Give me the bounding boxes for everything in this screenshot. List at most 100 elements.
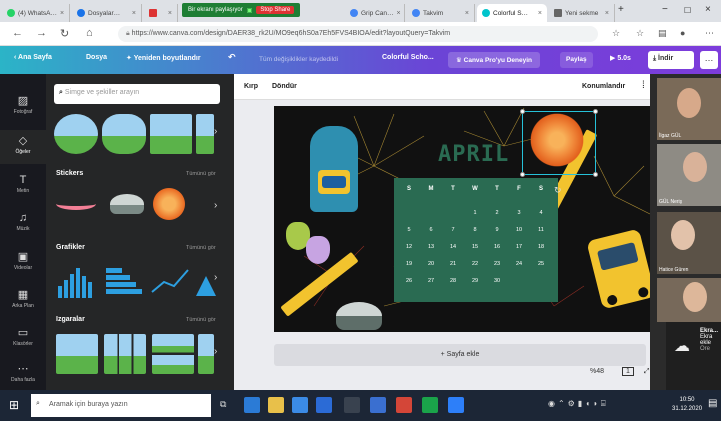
forward-icon[interactable]: → — [36, 27, 47, 39]
position-button[interactable]: Konumlandır — [582, 83, 625, 90]
see-all-stickers[interactable]: Tümünü gör — [186, 171, 216, 177]
grid-three-col-thumb[interactable] — [104, 334, 146, 374]
tragedy-mask-graphic[interactable] — [306, 236, 330, 264]
zoom-app-icon[interactable] — [448, 397, 464, 413]
page-view-icon[interactable]: 1 — [621, 367, 634, 376]
resize-handle[interactable] — [593, 172, 598, 177]
store-icon[interactable] — [292, 397, 308, 413]
share-button[interactable]: Paylaş — [560, 52, 593, 68]
dropbox-icon[interactable] — [370, 397, 386, 413]
sidebar-item-music[interactable]: ♫ Müzik — [0, 212, 46, 242]
system-tray-icons[interactable]: ◉⌃⚙▮◖◗⌸ — [548, 399, 609, 409]
file-menu[interactable]: Dosya — [86, 54, 107, 61]
edge-icon[interactable] — [244, 397, 260, 413]
document-title[interactable]: Colorful Scho... — [382, 54, 434, 61]
zoom-level[interactable]: %48 — [590, 368, 604, 375]
profile-icon[interactable]: ● — [680, 28, 685, 38]
participant-tile[interactable] — [657, 278, 721, 322]
ufo-graphic[interactable] — [336, 302, 382, 330]
bookmark-icon[interactable]: ☆ — [636, 28, 644, 39]
flip-button[interactable]: Döndür — [272, 83, 297, 90]
taskbar-search-input[interactable]: ⌕ Aramak için buraya yazın — [31, 394, 211, 417]
sidebar-item-background[interactable]: ▦ Arka Plan — [0, 288, 46, 318]
sidebar-item-more[interactable]: ⋯ Daha fazla — [0, 362, 46, 390]
sidebar-item-folders[interactable]: ▭ Klasörler — [0, 326, 46, 356]
mail-icon[interactable] — [316, 397, 332, 413]
tab-drive[interactable]: Dosyalar… × — [72, 4, 142, 22]
tab-grip[interactable]: Grip Can… × — [345, 4, 405, 22]
resize-handle[interactable] — [520, 109, 525, 114]
notification-center-icon[interactable]: ▤ — [708, 398, 717, 409]
back-icon[interactable]: ← — [12, 27, 23, 39]
frame-partial-thumb[interactable] — [196, 114, 214, 154]
sticker-flower-thumb[interactable] — [150, 186, 188, 222]
download-button[interactable]: ⤓ İndir — [648, 51, 694, 69]
maximize-icon[interactable]: ☐ — [684, 6, 691, 15]
play-button[interactable]: ▶ 5.0s — [610, 54, 631, 62]
sticker-ufo-thumb[interactable] — [110, 194, 144, 214]
url-field[interactable]: 🔒︎ https://www.canva.com/design/DAER38_r… — [118, 26, 598, 42]
sidebar-item-elements[interactable]: ◇ Öğeler — [0, 130, 46, 164]
sidebar-item-photos[interactable]: ▨ Fotoğraf — [0, 94, 46, 124]
calendar-grid[interactable]: S M T W T F S 1 2 3 4 5 6 7 8 9 10 11 12 13 14 15 16 17 18 19 20 21… — [394, 178, 558, 302]
app-red-icon[interactable] — [396, 397, 412, 413]
more-button[interactable]: … — [700, 51, 718, 69]
see-all-grids[interactable]: Tümünü gör — [186, 317, 216, 323]
chevron-right-icon[interactable]: › — [214, 200, 217, 211]
close-icon[interactable]: × — [538, 10, 542, 17]
add-page-button[interactable]: + Sayfa ekle — [274, 344, 646, 366]
minimize-icon[interactable]: − — [662, 4, 668, 15]
resize-handle[interactable] — [593, 109, 598, 114]
stop-share-button[interactable]: Stop Share — [256, 6, 295, 14]
close-icon[interactable]: × — [605, 10, 609, 17]
home-button[interactable]: ‹ Ana Sayfa — [14, 54, 52, 61]
fullscreen-icon[interactable]: ⤢ — [644, 368, 650, 375]
grid-single-thumb[interactable] — [56, 334, 98, 374]
tab-takvim[interactable]: Takvim × — [407, 4, 475, 22]
chevron-right-icon[interactable]: › — [214, 346, 217, 357]
graphics-thumbs[interactable] — [56, 262, 216, 298]
new-tab-button[interactable]: + — [618, 4, 624, 15]
notification-toast[interactable]: ☁ Ekra... Ekra ekle Ore — [666, 322, 721, 390]
sticker-worm-thumb[interactable] — [56, 198, 96, 210]
tab-recording[interactable]: × — [144, 4, 178, 22]
participant-tile[interactable]: GÜL Neriş — [657, 144, 721, 206]
crop-button[interactable]: Kırp — [244, 83, 258, 90]
frame-square-thumb[interactable] — [150, 114, 192, 154]
task-view-icon[interactable]: ⧉ — [220, 399, 226, 410]
tab-whatsapp[interactable]: (4) WhatsA… × — [2, 4, 70, 22]
close-icon[interactable]: × — [168, 10, 172, 17]
app-icon[interactable] — [344, 397, 360, 413]
close-icon[interactable]: × — [60, 10, 64, 17]
try-pro-button[interactable]: ♛ Canva Pro'yu Deneyin — [448, 52, 541, 68]
collections-icon[interactable]: ▤ — [658, 28, 667, 39]
rotate-icon[interactable]: ↻ — [554, 185, 562, 196]
tab-canva[interactable]: Colorful S… × — [477, 4, 547, 22]
star-icon[interactable]: ☆ — [612, 28, 620, 39]
see-all-graphics[interactable]: Tümünü gör — [186, 245, 216, 251]
sidebar-item-videos[interactable]: ▣ Videolar — [0, 250, 46, 280]
app-green-icon[interactable] — [422, 397, 438, 413]
participant-tile[interactable]: İlgaz GÜL — [657, 78, 721, 140]
month-title[interactable]: APRIL — [438, 142, 509, 167]
close-icon[interactable]: × — [397, 10, 401, 17]
reload-icon[interactable]: ↻ — [60, 27, 69, 40]
close-icon[interactable]: × — [132, 10, 136, 17]
transparency-icon[interactable]: ⁞ — [642, 80, 645, 91]
grid-partial-thumb[interactable] — [198, 334, 214, 374]
close-window-icon[interactable]: × — [705, 4, 711, 15]
frame-badge-thumb[interactable] — [102, 114, 146, 154]
sidebar-item-text[interactable]: T Metin — [0, 174, 46, 204]
file-explorer-icon[interactable] — [268, 397, 284, 413]
undo-icon[interactable]: ↶ — [228, 52, 236, 63]
menu-icon[interactable]: ⋯ — [705, 28, 714, 39]
backpack-graphic[interactable] — [310, 126, 358, 212]
close-icon[interactable]: × — [465, 10, 469, 17]
frame-circle-thumb[interactable] — [54, 114, 98, 154]
resize-handle[interactable] — [520, 172, 525, 177]
resize-button[interactable]: ✦ Yeniden boyutlandır — [126, 54, 201, 62]
windows-start-icon[interactable]: ⊞ — [9, 398, 19, 412]
chevron-right-icon[interactable]: › — [214, 272, 217, 283]
chevron-right-icon[interactable]: › — [214, 126, 217, 137]
taskbar-clock[interactable]: 10:50 31.12.2020 — [672, 396, 702, 414]
